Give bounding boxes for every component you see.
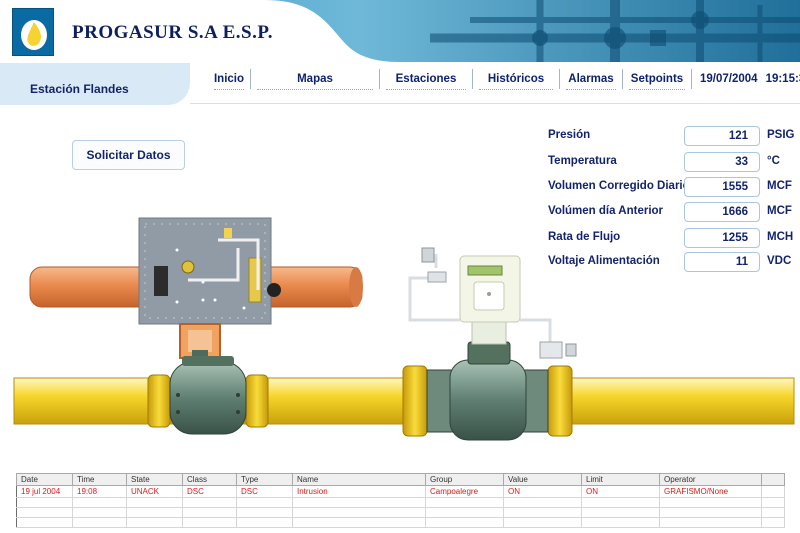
- column-header-blank: [761, 473, 785, 486]
- cell-operator: GRAFISMO/None: [659, 485, 762, 498]
- cell-limit: ON: [581, 485, 660, 498]
- company-name: PROGASUR S.A E.S.P.: [72, 22, 273, 43]
- nav-separator: [691, 69, 692, 89]
- table-header-row: Date Time State Class Type Name Group Va…: [16, 473, 785, 486]
- cell-blank: [761, 485, 785, 498]
- cell-type: DSC: [236, 485, 293, 498]
- nav-inicio[interactable]: Inicio: [208, 68, 250, 90]
- solicitar-datos-button[interactable]: Solicitar Datos: [72, 140, 185, 170]
- table-row: [16, 517, 785, 528]
- nav-estaciones[interactable]: Estaciones: [380, 68, 472, 90]
- main-nav: Inicio Mapas Estaciones Históricos Alarm…: [208, 68, 800, 90]
- column-header[interactable]: State: [126, 473, 183, 486]
- table-row[interactable]: 19 jul 2004 19:08 UNACK DSC DSC Intrusio…: [16, 485, 785, 498]
- column-header[interactable]: Value: [503, 473, 582, 486]
- header: PROGASUR S.A E.S.P.: [0, 0, 800, 62]
- cell-group: Campoalegre: [425, 485, 504, 498]
- table-row: [16, 507, 785, 518]
- column-header[interactable]: Operator: [659, 473, 762, 486]
- nav-historicos[interactable]: Históricos: [473, 68, 559, 90]
- cell-date: 19 jul 2004: [16, 485, 73, 498]
- reading-label: Presión: [548, 129, 591, 141]
- flame-drop-icon: [21, 20, 47, 50]
- reading-value: 33: [684, 152, 760, 172]
- station-name: Estación Flandes: [30, 82, 129, 96]
- nav-alarmas[interactable]: Alarmas: [560, 68, 622, 90]
- cell-class: DSC: [182, 485, 237, 498]
- column-header[interactable]: Class: [182, 473, 237, 486]
- reading-unit: PSIG: [767, 129, 795, 141]
- column-header[interactable]: Date: [16, 473, 73, 486]
- control-panel: [138, 217, 281, 325]
- column-header[interactable]: Type: [236, 473, 293, 486]
- nav-mapas[interactable]: Mapas: [251, 68, 379, 90]
- column-header[interactable]: Time: [72, 473, 127, 486]
- nav-setpoints[interactable]: Setpoints: [623, 68, 691, 90]
- cell-name: Intrusion: [292, 485, 426, 498]
- table-row: [16, 497, 785, 508]
- reading-label: Temperatura: [548, 155, 617, 167]
- column-header[interactable]: Group: [425, 473, 504, 486]
- reading-value: 121: [684, 126, 760, 146]
- datetime-display: 19/07/2004 19:15:39: [700, 68, 800, 90]
- column-header[interactable]: Limit: [581, 473, 660, 486]
- reading-temperatura: Temperatura 33 °C: [548, 152, 798, 172]
- reading-unit: °C: [767, 155, 780, 167]
- column-header[interactable]: Name: [292, 473, 426, 486]
- company-logo: [12, 8, 54, 56]
- current-time: 19:15:39: [765, 73, 800, 85]
- reading-presion: Presión 121 PSIG: [548, 126, 798, 146]
- alarm-table: Date Time State Class Type Name Group Va…: [16, 473, 785, 528]
- ball-valve: [147, 356, 269, 435]
- cell-value: ON: [503, 485, 582, 498]
- station-diagram: [13, 217, 795, 441]
- cell-state: UNACK: [126, 485, 183, 498]
- divider: [190, 103, 800, 104]
- cell-time: 19:08: [72, 485, 127, 498]
- current-date: 19/07/2004: [700, 73, 758, 85]
